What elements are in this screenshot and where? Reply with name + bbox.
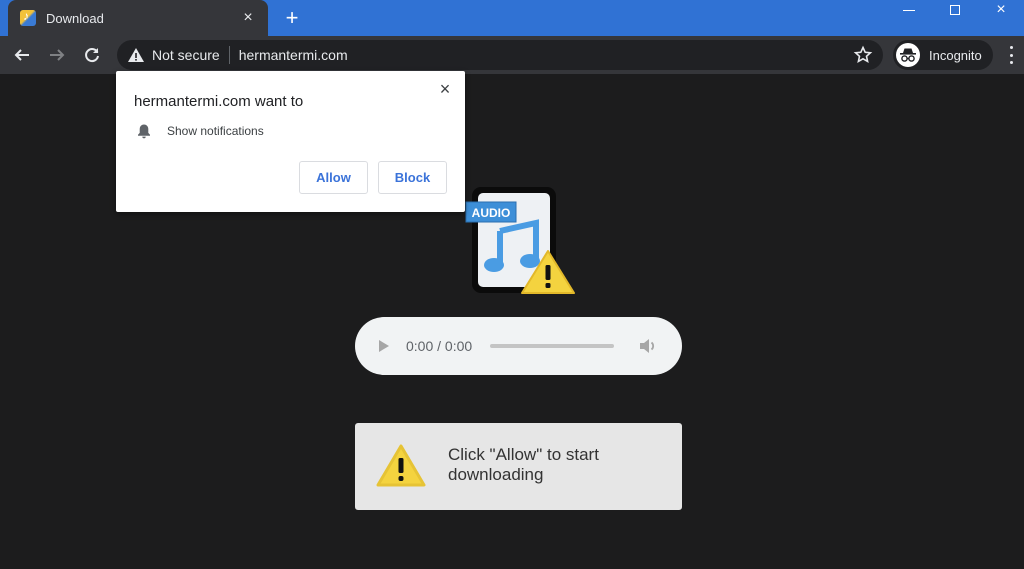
tab-close-icon[interactable]: × (238, 8, 258, 28)
audio-time: 0:00 / 0:00 (406, 338, 473, 354)
browser-titlebar: Download × + × (0, 0, 1024, 36)
reload-button[interactable] (78, 41, 106, 69)
star-icon[interactable] (853, 45, 873, 65)
permission-row: Show notifications (137, 123, 264, 139)
block-button[interactable]: Block (378, 161, 447, 194)
maximize-icon (950, 5, 960, 15)
incognito-profile-button[interactable]: Incognito (893, 40, 993, 70)
divider (228, 46, 230, 64)
audio-file-warning-icon: AUDIO (465, 187, 575, 294)
maximize-button[interactable] (932, 0, 978, 20)
volume-icon[interactable] (638, 337, 658, 355)
audio-player: 0:00 / 0:00 (355, 317, 682, 375)
audio-favicon-icon (20, 9, 36, 26)
incognito-label: Incognito (929, 47, 982, 63)
url-text[interactable]: hermantermi.com (239, 47, 348, 63)
minimize-icon (903, 9, 915, 11)
tab-download[interactable]: Download × (8, 0, 268, 36)
audio-badge: AUDIO (472, 206, 511, 220)
window-close-button[interactable]: × (978, 0, 1024, 20)
forward-button[interactable] (43, 41, 71, 69)
window-controls: × (886, 0, 1024, 36)
back-button[interactable] (8, 41, 36, 69)
address-bar[interactable]: Not secure hermantermi.com (117, 40, 883, 70)
security-status[interactable]: Not secure (152, 47, 220, 63)
play-icon[interactable] (379, 340, 389, 352)
close-icon: × (996, 1, 1006, 18)
tab-title: Download (46, 10, 104, 26)
browser-toolbar: Not secure hermantermi.com Incognito (0, 36, 1024, 74)
seek-bar[interactable] (490, 344, 615, 348)
arrow-left-icon (14, 49, 29, 61)
reload-icon (85, 48, 99, 63)
new-tab-button[interactable]: + (280, 6, 304, 30)
notice-text: Click "Allow" to start downloading (448, 445, 599, 484)
incognito-icon (896, 43, 920, 67)
kebab-menu-icon[interactable] (1008, 46, 1014, 64)
warning-icon (128, 48, 144, 62)
arrow-right-icon (50, 49, 65, 61)
permission-label: Show notifications (167, 124, 264, 138)
prompt-close-icon[interactable]: × (435, 79, 455, 99)
bell-icon (138, 124, 150, 139)
allow-button[interactable]: Allow (299, 161, 368, 194)
warning-icon (376, 444, 426, 487)
allow-instruction-notice: Click "Allow" to start downloading (355, 423, 682, 510)
notification-permission-prompt: hermantermi.com want to × Show notificat… (116, 71, 465, 212)
minimize-button[interactable] (886, 0, 932, 20)
prompt-title: hermantermi.com want to (134, 93, 304, 110)
